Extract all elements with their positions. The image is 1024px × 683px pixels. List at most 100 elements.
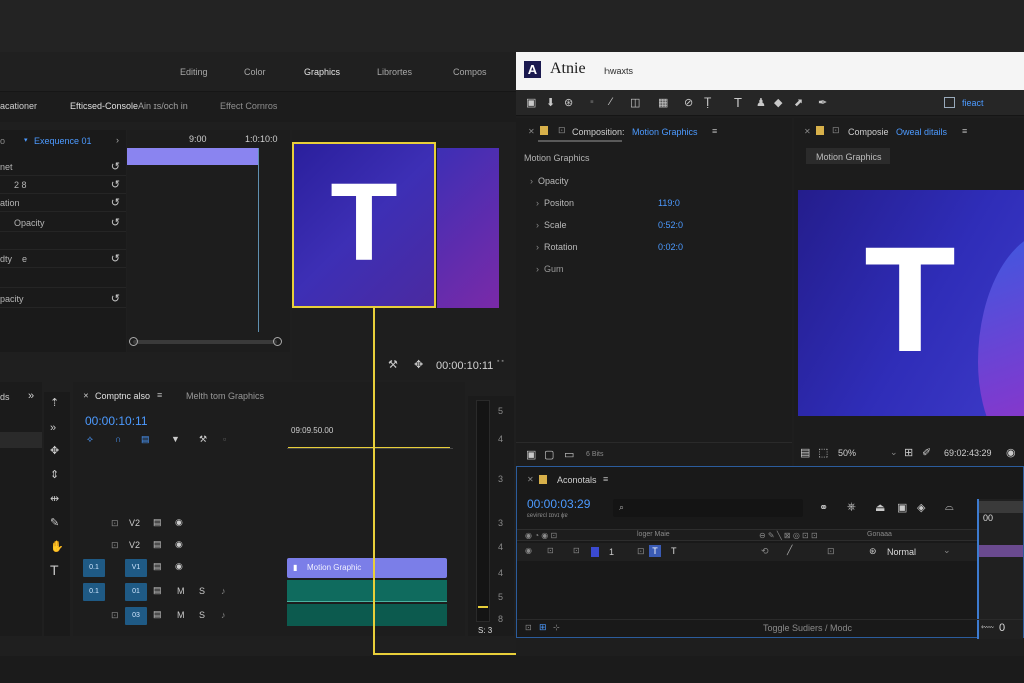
text-tool-icon[interactable]: T (734, 95, 742, 110)
snap-checkbox[interactable] (944, 97, 955, 108)
close-icon[interactable]: ✕ (528, 127, 535, 136)
razor-icon[interactable]: ⇕ (50, 468, 59, 481)
ec-row[interactable]: net ↺ (0, 158, 126, 176)
marker-add-icon[interactable]: ▤ (141, 434, 150, 445)
mute-button[interactable]: M (177, 610, 185, 620)
type-tool-icon[interactable]: T (50, 562, 59, 578)
footer-icon[interactable]: ⊞ (539, 622, 547, 633)
track-select-icon[interactable]: » (50, 422, 56, 434)
reset-icon[interactable]: ↺ (111, 216, 120, 229)
layer-row[interactable]: ◉ ⊡ ⊡ 1 ⊡ T T ⟲ ╱ ⊡ ⊛ Normal ⌄ (517, 543, 977, 561)
chevron-down-icon[interactable]: ⌄ (943, 545, 951, 556)
expand-icon[interactable]: ⊡ (637, 546, 645, 557)
snap-icon[interactable]: ⟡ (87, 434, 93, 445)
lock-icon[interactable]: ⊡ (558, 125, 566, 136)
ec-row[interactable]: dty e ↺ (0, 250, 126, 268)
comp-viewer[interactable]: T (798, 190, 1024, 416)
motion-graphic-clip[interactable]: ▮ Motion Graphic (287, 558, 447, 578)
tab-editing[interactable]: Editing (180, 67, 208, 77)
eye-icon[interactable]: ◉ (175, 561, 183, 572)
solo-button[interactable]: S (199, 610, 205, 620)
lock-icon[interactable]: ⊡ (111, 610, 119, 621)
eraser-tool-icon[interactable]: ◆ (774, 96, 782, 109)
tab-vacationer[interactable]: acationer (0, 101, 37, 111)
marker-icon[interactable]: ✥ (414, 358, 423, 371)
composition-header[interactable]: Composition: (572, 127, 625, 137)
scroll-handle-left[interactable] (129, 337, 138, 346)
mode-select[interactable]: Normal (887, 547, 916, 557)
toggle-output-icon[interactable]: ▤ (153, 561, 162, 572)
effect-switch-icon[interactable]: ⊡ (827, 546, 835, 557)
source-patch[interactable]: 0.1 (83, 559, 105, 577)
source-patch[interactable]: 0.1 (83, 583, 105, 601)
track-label[interactable]: V1 (125, 559, 147, 577)
pen-icon[interactable]: ✎ (50, 516, 59, 529)
footer-icon[interactable]: ⊡ (525, 623, 532, 632)
footer-icon[interactable]: ▣ (526, 448, 536, 461)
reset-icon[interactable]: ↺ (111, 160, 120, 173)
menu-icon[interactable]: ≡ (603, 474, 608, 484)
title-frame-selected[interactable]: T (292, 142, 436, 308)
footer-icon[interactable]: ⊹ (553, 623, 560, 632)
track-label[interactable]: 03 (125, 607, 147, 625)
comp-header[interactable]: Composie (848, 127, 889, 137)
toggle-output-icon[interactable]: ▤ (153, 609, 162, 620)
timeline-title2[interactable]: Melth tom Graphics (186, 391, 264, 401)
tab-color[interactable]: Color (244, 67, 266, 77)
lock-icon[interactable]: ⊡ (111, 518, 119, 529)
timeline-title[interactable]: Comptnc also (95, 391, 150, 401)
eye-icon[interactable]: ◉ (175, 517, 183, 528)
lock-icon[interactable]: ⊡ (832, 125, 840, 136)
mode-icon[interactable]: ⊛ (869, 546, 877, 557)
home-icon[interactable]: ▣ (526, 96, 536, 109)
hand-tool-icon[interactable]: ⊛ (564, 96, 573, 109)
settings-icon[interactable]: ▫ (223, 434, 226, 444)
pen-icon[interactable]: ✐ (922, 446, 931, 459)
search-input[interactable]: ⌕ (613, 499, 803, 517)
zoom-level[interactable]: 50% (838, 448, 856, 458)
chevron-down-icon[interactable]: ⌄ (890, 447, 898, 458)
reset-icon[interactable]: ↺ (111, 178, 120, 191)
tab-libraries[interactable]: Librortes (377, 67, 412, 77)
snapshot-icon[interactable]: ⊞ (904, 446, 913, 459)
tab-compos[interactable]: Compos (453, 67, 487, 77)
chevron-right-icon[interactable]: › (116, 135, 119, 145)
prop-opacity[interactable]: › Opacity (530, 176, 569, 186)
composition-name[interactable]: Motion Graphics (632, 127, 698, 137)
footer-icon[interactable]: ▢ (544, 448, 554, 461)
type-tool-icon[interactable]: Ṭ (704, 95, 711, 109)
chevron-down-icon[interactable]: ▾ (24, 136, 28, 144)
prop-scale[interactable]: › Scale 0:52:0 (536, 220, 683, 230)
reset-icon[interactable]: ↺ (111, 292, 120, 305)
ec-row[interactable]: pacity ↺ (0, 290, 126, 308)
toggle-output-icon[interactable]: ▤ (153, 539, 162, 550)
camera-icon[interactable]: ◉ (1006, 446, 1016, 459)
audio-clip[interactable] (287, 580, 447, 602)
ec-row[interactable]: Opacity ↺ (0, 214, 126, 232)
close-icon[interactable]: ✕ (804, 127, 811, 136)
layer-bar[interactable] (977, 545, 1023, 557)
zoom-tool-icon[interactable]: ▪ (590, 96, 594, 108)
roto-tool-icon[interactable]: ⬈ (794, 96, 803, 109)
ec-playhead[interactable] (258, 148, 259, 332)
layer-name-col[interactable]: loger Maie (637, 531, 670, 538)
link-icon[interactable]: ∩ (115, 434, 121, 444)
ec-clip-bar[interactable] (127, 148, 259, 165)
slip-icon[interactable]: ⇹ (50, 492, 59, 505)
hand-icon[interactable]: ✋ (50, 540, 64, 553)
prop-gum[interactable]: › Gum (536, 264, 564, 274)
toggle-output-icon[interactable]: ▤ (153, 585, 162, 596)
rotate-tool-icon[interactable]: ⁄ (610, 96, 612, 108)
lock-icon[interactable]: ⊡ (111, 540, 119, 551)
audio-clip[interactable] (287, 604, 447, 626)
camera-tool-icon[interactable]: ◫ (630, 96, 640, 109)
solo-button[interactable]: S (199, 586, 205, 596)
tab-motion-graphics[interactable]: Motion Graphics (806, 148, 890, 164)
footer-icon[interactable]: ▭ (564, 448, 574, 461)
mask-tool-icon[interactable]: ⊘ (684, 96, 693, 109)
reset-icon[interactable]: ↺ (111, 252, 120, 265)
expand-icon[interactable]: » (28, 390, 34, 402)
ec-row[interactable]: 2 8 ↺ (0, 176, 126, 194)
prop-rotation[interactable]: › Rotation 0:02:0 (536, 242, 683, 252)
zoom-out-icon[interactable]: ⬳ (981, 622, 994, 633)
